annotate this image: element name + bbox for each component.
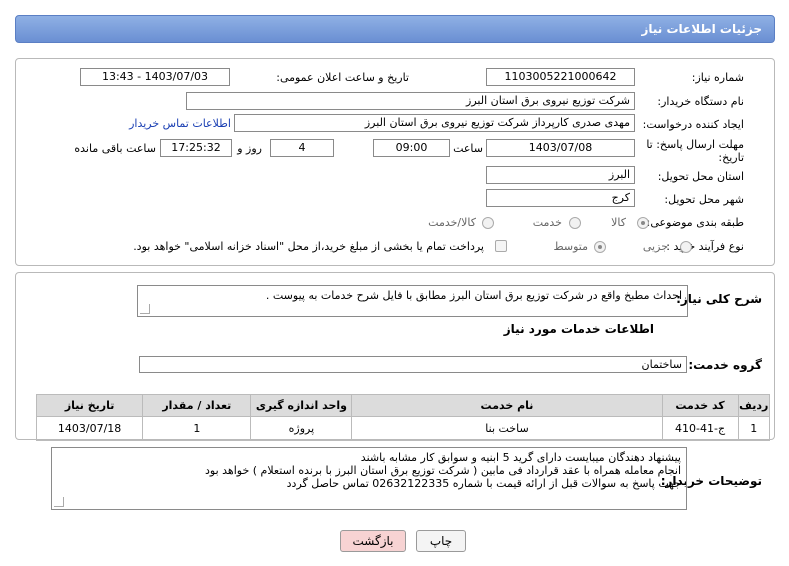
deadline-label: مهلت ارسال پاسخ: تا تاریخ: [646,138,744,164]
creator-field: مهدی صدری کارپرداز شرکت توزیع نیروی برق … [234,114,635,132]
process-radio-minor[interactable] [680,241,692,253]
col-row-number: ردیف [737,394,771,417]
deadline-time-label: ساعت [453,142,483,155]
buyer-org-field: شرکت توزیع نیروی برق استان البرز [186,92,635,110]
remaining-days-field: 4 [270,139,334,157]
treasury-checkbox[interactable] [495,240,507,252]
col-quantity: تعداد / مقدار [142,394,252,417]
city-field: کرج [486,189,635,207]
page-title-bar: جزئیات اطلاعات نیاز [15,15,775,43]
cell-unit: پروژه [250,416,353,441]
service-group-field: ساختمان [139,356,687,373]
deadline-time-field: 09:00 [373,139,450,157]
process-option-minor: جزیی [642,240,668,253]
cell-service-name: ساخت بنا [351,416,663,441]
cell-quantity: 1 [142,416,252,441]
services-table: ردیف کد خدمت نام خدمت واحد اندازه گیری ت… [35,394,771,441]
category-label: طبقه بندی موضوعی: [646,216,744,229]
cell-need-date: 1403/07/18 [35,416,144,441]
category-option-service: خدمت [532,216,562,229]
services-table-header: ردیف کد خدمت نام خدمت واحد اندازه گیری ت… [35,394,771,417]
summary-text: احداث مطبخ واقع در شرکت توزیع برق استان … [265,289,682,302]
col-service-name: نام خدمت [351,394,663,417]
category-option-goods: کالا [611,216,626,229]
buyer-contact-link[interactable]: اطلاعات تماس خریدار [129,117,231,130]
buyer-org-label: نام دستگاه خریدار: [657,95,744,108]
summary-label: شرح کلی نیاز: [676,292,762,306]
service-group-label: گروه خدمت: [688,358,762,372]
category-radio-service[interactable] [569,217,581,229]
creator-label: ایجاد کننده درخواست: [642,118,744,131]
summary-resize-handle[interactable] [140,304,150,314]
remaining-time-field: 17:25:32 [160,139,232,157]
col-unit: واحد اندازه گیری [250,394,353,417]
city-label: شهر محل تحویل: [664,193,744,206]
province-label: استان محل تحویل: [657,170,744,183]
need-number-label: شماره نیاز: [691,71,744,84]
need-number-field: 1103005221000642 [486,68,635,86]
remaining-time-label: ساعت باقی مانده [74,142,156,155]
print-button[interactable]: چاپ [416,530,466,552]
process-radio-medium[interactable] [594,241,606,253]
cell-service-code: ج-41-410 [661,416,739,441]
deadline-date-field: 1403/07/08 [486,139,635,157]
page-title: جزئیات اطلاعات نیاز [641,22,762,36]
buyer-note-line: پیشنهاد دهندگان میبایست دارای گرید 5 ابن… [360,451,681,464]
province-field: البرز [486,166,635,184]
buyer-notes-textarea[interactable]: پیشنهاد دهندگان میبایست دارای گرید 5 ابن… [51,447,687,510]
category-radio-goods-service[interactable] [482,217,494,229]
announce-datetime-label: تاریخ و ساعت اعلان عمومی: [276,71,409,84]
process-option-medium: متوسط [553,240,588,253]
cell-row-number: 1 [737,416,771,441]
announce-datetime-field: 1403/07/03 - 13:43 [80,68,230,86]
days-label: روز و [237,142,262,155]
process-label: نوع فرآیند خرید : [666,240,744,253]
buyer-notes-resize-handle[interactable] [54,497,64,507]
services-section-title: اطلاعات خدمات مورد نیاز [503,322,654,336]
buyer-note-line: جهت پاسخ به سوالات قبل از ارائه قیمت با … [286,477,681,490]
back-button[interactable]: بازگشت [340,530,406,552]
table-row: 1 ج-41-410 ساخت بنا پروژه 1 1403/07/18 [35,416,771,441]
summary-textarea[interactable]: احداث مطبخ واقع در شرکت توزیع برق استان … [137,285,688,317]
buyer-note-line: انجام معامله همراه با عقد قرارداد فی ماب… [205,464,681,477]
category-option-goods-service: کالا/خدمت [428,216,476,229]
category-radio-goods[interactable] [637,217,649,229]
col-service-code: کد خدمت [661,394,739,417]
treasury-payment-note: پرداخت تمام یا بخشی از مبلغ خرید،از محل … [133,240,484,253]
col-need-date: تاریخ نیاز [35,394,144,417]
